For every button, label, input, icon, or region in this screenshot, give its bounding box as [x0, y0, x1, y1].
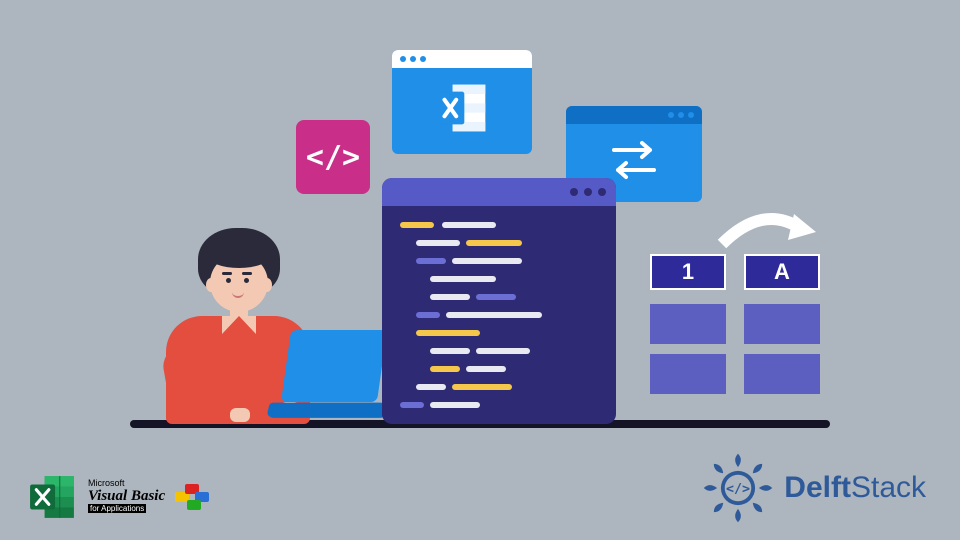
delftstack-emblem-icon: </> — [700, 450, 776, 526]
curved-arrow-icon — [704, 208, 824, 252]
code-brackets-icon: </> — [306, 140, 360, 175]
column-header-letter: A — [744, 254, 820, 290]
table-cell — [650, 304, 726, 344]
excel-logo-icon — [28, 472, 78, 522]
loop-arrows-icon — [602, 134, 666, 186]
delftstack-wordmark: DelftStack — [784, 471, 926, 505]
excel-window-card — [392, 50, 532, 154]
bottom-left-logo-group: Microsoft Visual Basic for Applications — [28, 472, 219, 522]
vba-logo-text: Microsoft Visual Basic for Applications — [88, 479, 165, 515]
table-cell — [744, 304, 820, 344]
table-cell — [650, 354, 726, 394]
code-window-titlebar — [382, 178, 616, 206]
column-header-numeric: 1 — [650, 254, 726, 290]
vba-blocks-icon — [175, 482, 219, 512]
svg-text:</>: </> — [726, 482, 750, 497]
excel-icon — [434, 80, 490, 136]
code-brackets-card: </> — [296, 120, 370, 194]
delftstack-logo: </> DelftStack — [700, 450, 926, 526]
laptop-illustration — [268, 330, 386, 420]
table-cell — [744, 354, 820, 394]
code-editor-window — [382, 178, 616, 424]
